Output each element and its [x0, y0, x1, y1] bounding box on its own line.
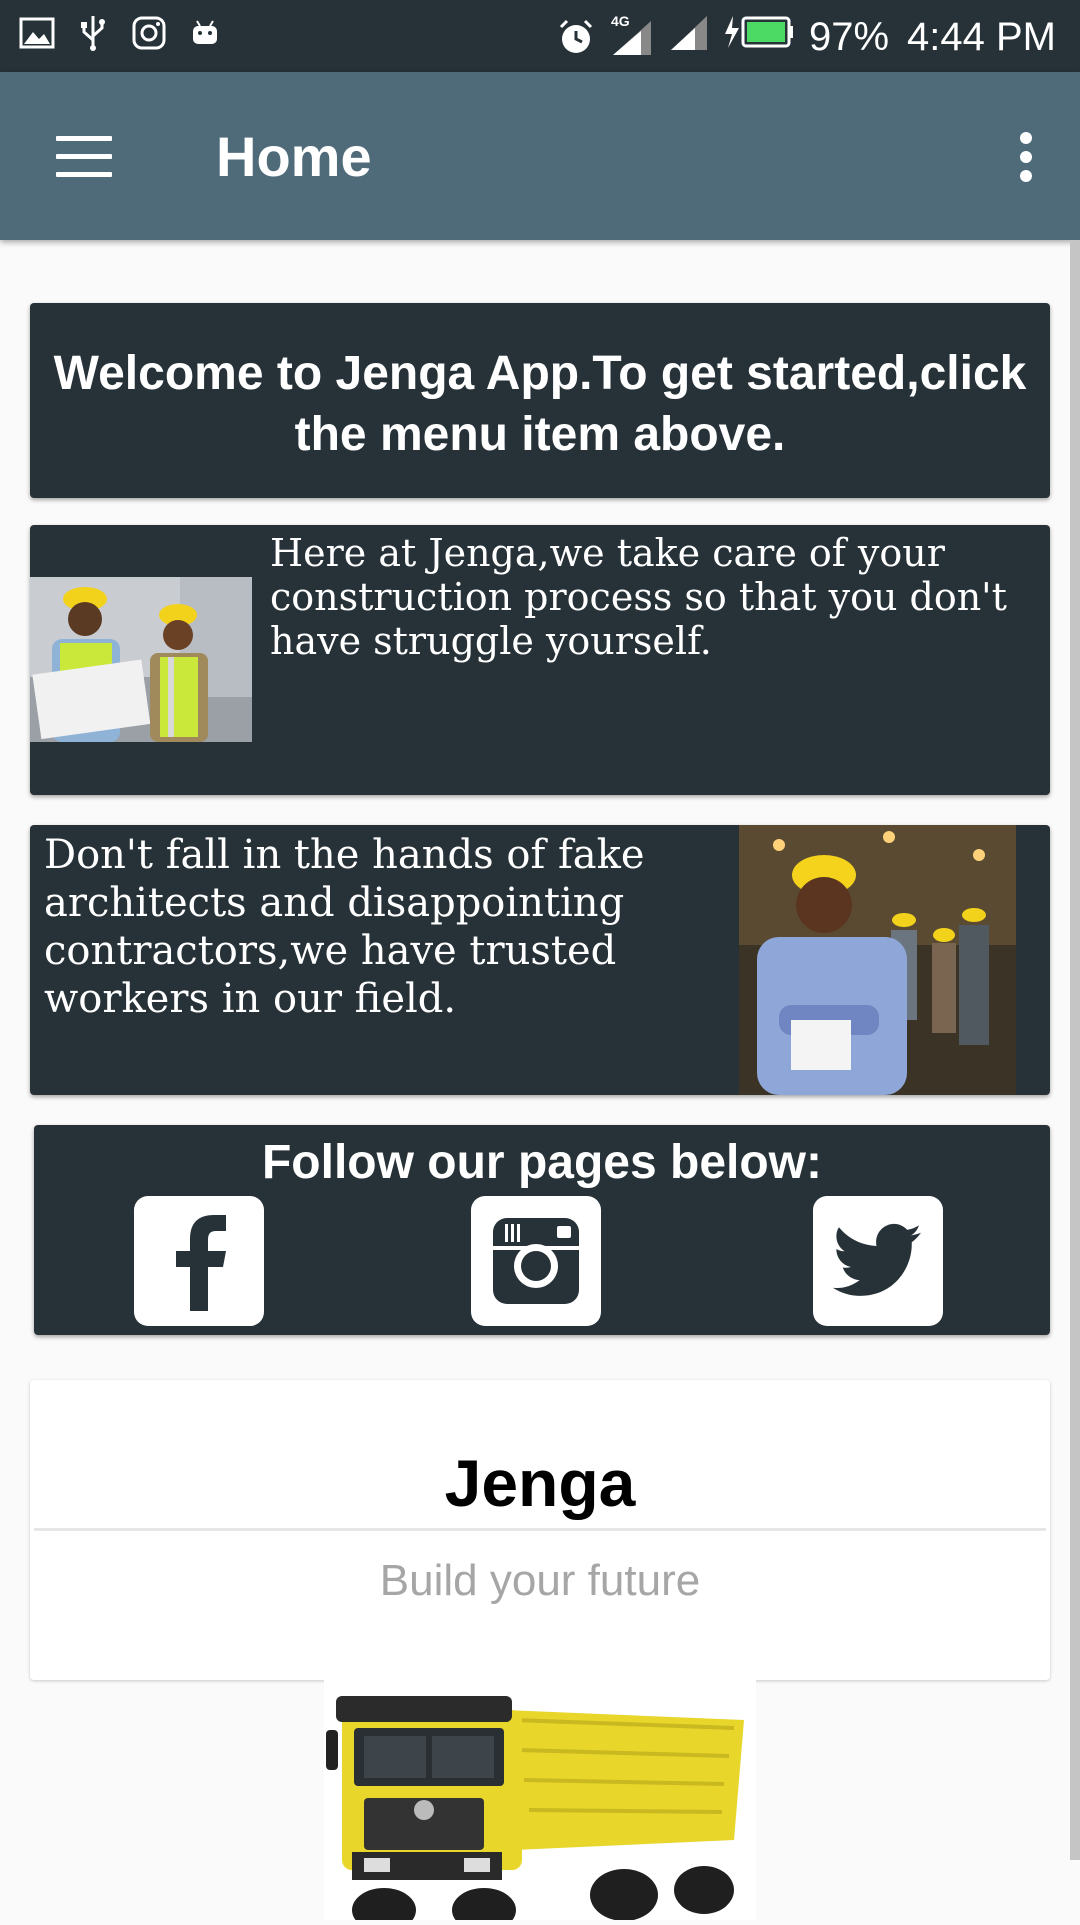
follow-card: Follow our pages below: — [34, 1125, 1050, 1335]
info-card-construction: Here at Jenga,we take care of your const… — [30, 525, 1050, 795]
status-bar: 4G 97% 4:44 PM — [0, 0, 1080, 72]
twitter-icon — [833, 1223, 922, 1296]
welcome-card: Welcome to Jenga App.To get started,clic… — [30, 303, 1050, 498]
workers-photo — [30, 577, 252, 742]
usb-icon — [74, 14, 112, 52]
brand-subtitle: Build your future — [379, 1556, 701, 1605]
facebook-button[interactable] — [134, 1196, 264, 1326]
dump-truck-image — [324, 1680, 756, 1925]
menu-icon[interactable] — [56, 136, 112, 177]
welcome-text: Welcome to Jenga App.To get started,clic… — [53, 347, 1027, 461]
info-text-trusted-workers: Don't fall in the hands of fake architec… — [44, 832, 645, 1022]
foreman-photo — [739, 825, 1016, 1095]
page-title: Home — [216, 125, 372, 188]
follow-title: Follow our pages below: — [261, 1136, 822, 1189]
alarm-icon — [557, 18, 595, 56]
twitter-button[interactable] — [813, 1196, 943, 1326]
signal-icon — [669, 12, 709, 62]
instagram-button[interactable] — [471, 1196, 601, 1326]
app-bar: Home — [0, 72, 1080, 240]
info-card-trusted-workers: Don't fall in the hands of fake architec… — [30, 825, 1050, 1095]
brand-card: Jenga Build your future — [30, 1380, 1050, 1680]
more-options-icon[interactable] — [1020, 132, 1034, 182]
divider — [34, 1528, 1046, 1531]
info-text-construction: Here at Jenga,we take care of your const… — [270, 531, 1007, 663]
scrollbar[interactable] — [1070, 240, 1080, 1860]
clock: 4:44 PM — [907, 14, 1056, 59]
instagram-notification-icon — [130, 14, 168, 52]
brand-title: Jenga — [444, 1446, 636, 1520]
signal-4g-icon: 4G — [609, 13, 655, 57]
facebook-icon — [176, 1215, 226, 1311]
battery-charging-icon — [723, 14, 795, 60]
battery-percent: 97% — [808, 14, 890, 59]
gallery-icon — [18, 14, 56, 52]
instagram-icon — [493, 1218, 579, 1304]
android-icon — [186, 14, 224, 52]
